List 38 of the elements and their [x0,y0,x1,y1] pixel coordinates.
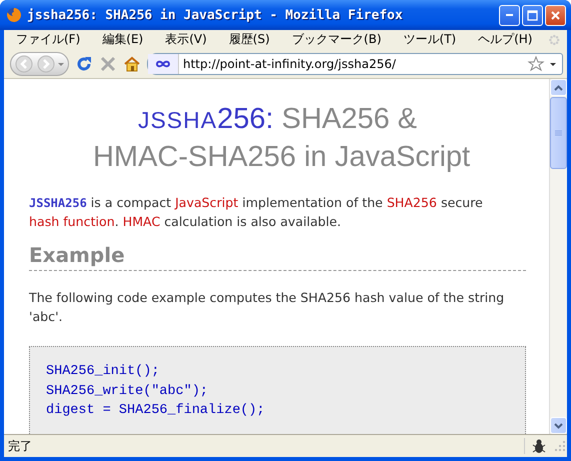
star-icon[interactable] [527,54,545,72]
close-icon [550,10,561,20]
scroll-down-button[interactable] [550,417,567,434]
menu-item[interactable]: ツール(T) [397,31,462,48]
menu-item[interactable]: 表示(V) [159,31,213,48]
close-button[interactable] [545,4,566,26]
menu-item[interactable]: ブックマーク(B) [286,31,388,48]
link[interactable]: SHA256 [386,195,437,210]
maximize-icon [527,10,538,20]
code-line: digest = SHA256_finalize(); [46,402,266,420]
link[interactable]: hash function [29,214,115,229]
home-icon[interactable] [123,54,141,72]
menu-item[interactable]: 履歴(S) [222,31,276,48]
minimize-button[interactable] [499,4,520,26]
status-text: 完了 [8,438,33,454]
menu-item[interactable]: 編集(E) [96,31,150,48]
firefox-logo-icon [6,7,22,23]
reload-icon[interactable] [75,54,93,72]
link[interactable]: JavaScript [175,195,238,210]
section-heading: Example [29,243,526,271]
code-line: SHA256_init(); [46,363,160,381]
menu-item[interactable]: ヘルプ(H) [472,31,538,48]
maximize-button[interactable] [522,4,543,26]
address-field[interactable]: http://point-at-infinity.org/jssha256/ [147,52,563,74]
link[interactable]: HMAC [122,214,160,229]
scrollbar[interactable] [549,79,567,434]
grip-icon [555,130,562,136]
description-text: The following code example computes the SHA256 hash value of the string 'abc'. [29,289,506,326]
bug-icon[interactable] [531,438,547,454]
window-title: jssha256: SHA256 in JavaScript - Mozilla Firefox [27,8,404,22]
menu-item[interactable]: ファイル(F) [10,31,86,48]
code-line: SHA256_write("abc"); [46,382,210,400]
intro-paragraph: JSSHA256 is a compact JavaScript implementation of the SHA256 secure hash function. HMAC calculation is also available. [29,194,484,231]
scroll-up-button[interactable] [550,79,567,96]
scroll-thumb[interactable] [550,97,567,169]
minimize-icon [506,14,513,16]
page-title: JSSHA256: SHA256 & HMAC-SHA256 in JavaScript [92,102,472,175]
resize-grip-icon [553,439,567,453]
